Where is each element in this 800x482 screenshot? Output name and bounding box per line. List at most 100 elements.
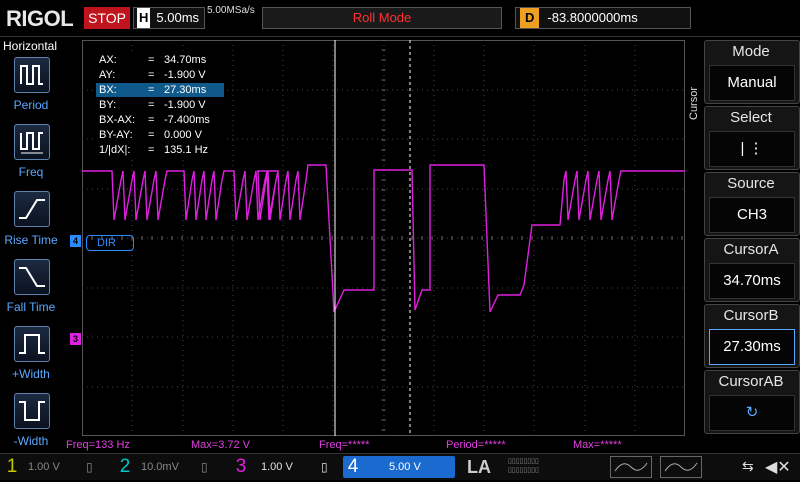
readout-value: -1.900 V: [164, 69, 206, 81]
ch2-number: 2: [119, 456, 131, 477]
period-icon: [20, 65, 43, 85]
ch3-battery-icon: ▯: [321, 460, 328, 474]
gen2-wave-icon[interactable]: [660, 456, 702, 478]
usb-icon: ⇆: [742, 458, 754, 474]
readout-row: BX-AX: = -7.400ms: [96, 113, 224, 127]
readout-key: BX:: [99, 84, 117, 96]
readout-equals: =: [148, 84, 155, 96]
readout-row: BY-AY: = 0.000 V: [96, 128, 224, 142]
gen1-wave-icon[interactable]: [610, 456, 652, 478]
ch4-level-marker[interactable]: 4: [70, 235, 81, 247]
negative-width-icon: [19, 401, 45, 421]
cursor-a-value: 34.70ms: [709, 263, 795, 299]
frequency-icon: [20, 132, 43, 154]
ch2-scale: 10.0mV: [141, 461, 179, 473]
meas-freq: Freq=133 Hz: [66, 439, 130, 451]
run-stop-indicator[interactable]: STOP: [84, 7, 130, 29]
fall-time-label: Fall Time: [6, 300, 56, 314]
readout-key: AY:: [99, 69, 116, 81]
brand-logo: RIGOL: [6, 6, 74, 31]
ch1-number: 1: [6, 456, 18, 477]
readout-equals: =: [148, 114, 155, 126]
period-button[interactable]: [14, 57, 50, 93]
timebase-key: H: [137, 8, 151, 28]
freq-button[interactable]: [14, 124, 50, 160]
readout-row: BX: = 27.30ms: [96, 83, 224, 97]
knob-icon: ↻: [709, 395, 795, 431]
positive-width-label: +Width: [12, 367, 50, 381]
mode-value: Manual: [709, 65, 795, 101]
readout-equals: =: [148, 129, 155, 141]
acquisition-mode-display: Roll Mode: [262, 7, 502, 29]
ch4-scale: 5.00 V: [389, 461, 421, 473]
ch3-scale: 1.00 V: [261, 461, 293, 473]
fall-time-button[interactable]: [14, 259, 50, 295]
la-label[interactable]: LA: [467, 456, 507, 478]
readout-equals: =: [148, 54, 155, 66]
select-value: | ⋮: [709, 131, 795, 167]
readout-value: -7.400ms: [164, 114, 210, 126]
freq-label: Freq: [18, 165, 44, 179]
positive-width-button[interactable]: [14, 326, 50, 362]
mode-title: Mode: [732, 43, 770, 60]
top-divider: [0, 36, 800, 37]
negative-width-button[interactable]: [14, 393, 50, 429]
source-title: Source: [727, 175, 775, 192]
measurement-strip: Freq=133 Hz Max=3.72 V Freq=***** Period…: [60, 437, 690, 453]
cursor-a-title: CursorA: [723, 241, 779, 258]
mode-button[interactable]: Mode Manual: [704, 40, 800, 104]
ch3-number: 3: [235, 456, 247, 477]
timebase-display[interactable]: H 5.00ms: [133, 7, 205, 29]
readout-row: BY: = -1.900 V: [96, 98, 224, 112]
ch2-battery-icon: ▯: [201, 460, 208, 474]
ch3-status[interactable]: 3 1.00 V ▯: [231, 456, 341, 478]
readout-equals: =: [148, 144, 155, 156]
cursor-ab-title: CursorAB: [718, 373, 784, 390]
period-label: Period: [13, 98, 49, 112]
readout-value: 27.30ms: [164, 84, 207, 96]
cursor-b-title: CursorB: [723, 307, 779, 324]
meas-max: Max=3.72 V: [191, 439, 251, 451]
rise-time-label: Rise Time: [4, 233, 58, 247]
meas-freq-2: Freq=*****: [319, 439, 370, 451]
delay-display[interactable]: D -83.8000000ms: [515, 7, 691, 29]
select-title: Select: [730, 109, 772, 126]
cursor-ab-button[interactable]: CursorAB ↻: [704, 370, 800, 434]
rise-time-icon: [19, 199, 45, 219]
ch1-scale: 1.00 V: [28, 461, 60, 473]
timebase-value: 5.00ms: [156, 10, 200, 25]
ch3-level-marker[interactable]: 3: [70, 333, 81, 345]
fall-time-icon: [19, 267, 45, 287]
readout-equals: =: [148, 99, 155, 111]
readout-equals: =: [148, 69, 155, 81]
ch2-status[interactable]: 2 10.0mV ▯: [115, 456, 225, 478]
source-value: CH3: [709, 197, 795, 233]
panel-title: Horizontal: [2, 39, 58, 53]
cursor-a-button[interactable]: CursorA 34.70ms: [704, 238, 800, 302]
ch1-status[interactable]: 1 1.00 V ▯: [2, 456, 112, 478]
readout-key: BY:: [99, 99, 117, 111]
digital-channel-grid: ▯▯▯▯▯▯▯▯ ▯▯▯▯▯▯▯▯: [508, 458, 539, 474]
positive-width-icon: [19, 334, 45, 354]
ch4-number: 4: [347, 456, 359, 477]
delay-value: -83.8000000ms: [547, 10, 638, 25]
speaker-mute-icon[interactable]: ◀✕: [765, 457, 791, 477]
readout-value: 0.000 V: [164, 129, 202, 141]
readout-key: BY-AY:: [99, 129, 133, 141]
readout-row: AX: = 34.70ms: [96, 53, 224, 67]
cursor-b-value: 27.30ms: [709, 329, 795, 365]
readout-key: BX-AX:: [99, 114, 136, 126]
select-button[interactable]: Select | ⋮: [704, 106, 800, 170]
meas-max-2: Max=*****: [573, 439, 622, 451]
readout-key: 1/|dX|:: [99, 144, 131, 156]
source-button[interactable]: Source CH3: [704, 172, 800, 236]
delay-key: D: [520, 8, 540, 28]
readout-row: 1/|dX|: = 135.1 Hz: [96, 143, 224, 157]
readout-value: 135.1 Hz: [164, 144, 209, 156]
cursor-b-button[interactable]: CursorB 27.30ms: [704, 304, 800, 368]
readout-key: AX:: [99, 54, 117, 66]
ch4-status[interactable]: 4 5.00 V: [343, 456, 455, 478]
readout-value: -1.900 V: [164, 99, 206, 111]
negative-width-label: -Width: [13, 434, 49, 448]
rise-time-button[interactable]: [14, 191, 50, 227]
